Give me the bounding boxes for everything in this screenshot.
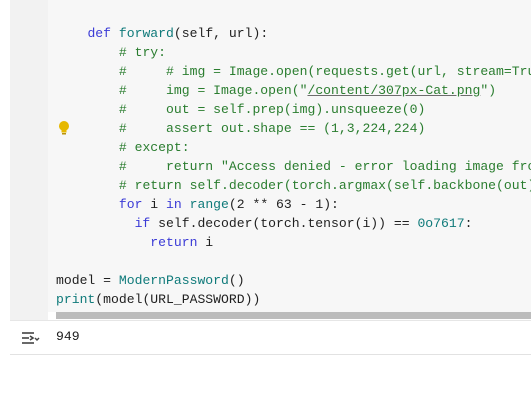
horizontal-scrollbar[interactable] bbox=[56, 312, 531, 319]
code-line-for: for i in range(2 ** 63 - 1): bbox=[118, 197, 339, 212]
code-line-comment: # img = Image.open("/content/307px-Cat.p… bbox=[118, 83, 497, 98]
output-text: 949 bbox=[56, 329, 80, 344]
code-line-if: if self.decoder(torch.tensor(i)) == 0o76… bbox=[134, 216, 473, 231]
file-path-link[interactable]: /content/307px-Cat.png bbox=[307, 83, 480, 98]
code-line-comment: # # img = Image.open(requests.get(url, s… bbox=[118, 64, 531, 79]
code-line-comment: # assert out.shape == (1,3,224,224) bbox=[118, 121, 426, 136]
code-line-comment: # return "Access denied - error loading … bbox=[118, 159, 531, 174]
code-line-return: return i bbox=[150, 235, 214, 250]
cell-output: 949 bbox=[10, 320, 531, 355]
code-line-comment: # try: bbox=[118, 45, 167, 60]
code-line-print: print(model(URL_PASSWORD)) bbox=[56, 292, 261, 307]
code-line-model: model = ModernPassword() bbox=[56, 273, 245, 288]
code-line-comment: # except: bbox=[118, 140, 190, 155]
code-line-comment: # return self.decoder(torch.argmax(self.… bbox=[118, 178, 531, 193]
code-line-comment: # out = self.prep(img).unsqueeze(0) bbox=[118, 102, 426, 117]
cell-divider bbox=[10, 354, 531, 355]
output-toggle-icon[interactable] bbox=[20, 328, 40, 348]
code-line-def: def forward(self, url): bbox=[87, 26, 269, 41]
cell-gutter bbox=[10, 0, 48, 320]
lightbulb-icon[interactable] bbox=[58, 120, 70, 136]
code-cell[interactable]: def forward(self, url): # try: # # img =… bbox=[0, 0, 531, 356]
